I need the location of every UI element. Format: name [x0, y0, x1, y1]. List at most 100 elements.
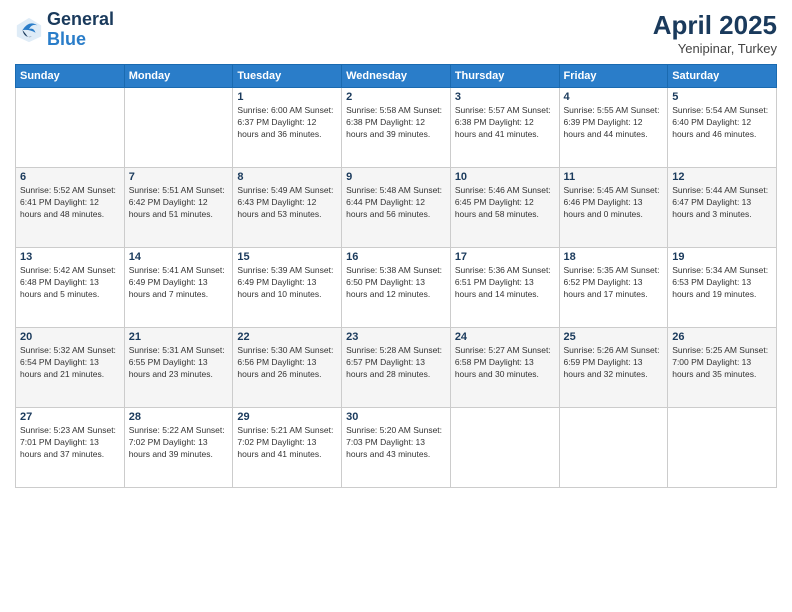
calendar-cell: 14 Sunrise: 5:41 AM Sunset: 6:49 PM Dayli… — [124, 248, 233, 328]
logo-icon — [15, 16, 43, 44]
day-info: Sunrise: 5:32 AM Sunset: 6:54 PM Dayligh… — [20, 345, 120, 381]
day-number: 26 — [672, 331, 772, 343]
calendar-cell: 2Sunrise: 5:58 AM Sunset: 6:38 PM Daylig… — [342, 88, 451, 168]
day-info: Sunrise: 5:39 AM Sunset: 6:49 PM Dayligh… — [237, 265, 337, 301]
day-number: 4 — [564, 91, 664, 103]
day-number: 22 — [237, 331, 337, 343]
day-number: 21 — [129, 331, 229, 343]
day-number: 1 — [237, 91, 337, 103]
weekday-header: Tuesday — [233, 65, 342, 88]
calendar-cell: 4 Sunrise: 5:55 AM Sunset: 6:39 PM Daylig… — [559, 88, 668, 168]
calendar-cell: 15 Sunrise: 5:39 AM Sunset: 6:49 PM Dayli… — [233, 248, 342, 328]
day-info: Sunrise: 5:49 AM Sunset: 6:43 PM Dayligh… — [237, 185, 337, 221]
calendar-week-row: 20 Sunrise: 5:32 AM Sunset: 6:54 PM Dayli… — [16, 328, 777, 408]
day-info: Sunrise: 5:36 AM Sunset: 6:51 PM Dayligh… — [455, 265, 555, 301]
day-info: Sunrise: 5:31 AM Sunset: 6:55 PM Dayligh… — [129, 345, 229, 381]
weekday-header: Sunday — [16, 65, 125, 88]
day-info: Sunrise: 5:55 AM Sunset: 6:39 PM Dayligh… — [564, 105, 664, 141]
sub-title: Yenipinar, Turkey — [653, 41, 777, 56]
calendar-cell — [559, 408, 668, 488]
calendar-cell — [668, 408, 777, 488]
calendar-cell: 17 Sunrise: 5:36 AM Sunset: 6:51 PM Dayli… — [450, 248, 559, 328]
day-number: 17 — [455, 251, 555, 263]
day-info: Sunrise: 5:22 AM Sunset: 7:02 PM Dayligh… — [129, 425, 229, 461]
day-number: 7 — [129, 171, 229, 183]
calendar-week-row: 6 Sunrise: 5:52 AM Sunset: 6:41 PM Daylig… — [16, 168, 777, 248]
day-info: Sunrise: 5:54 AM Sunset: 6:40 PM Dayligh… — [672, 105, 772, 141]
day-info: Sunrise: 5:25 AM Sunset: 7:00 PM Dayligh… — [672, 345, 772, 381]
day-info: Sunrise: 5:30 AM Sunset: 6:56 PM Dayligh… — [237, 345, 337, 381]
day-number: 28 — [129, 411, 229, 423]
day-info: Sunrise: 5:26 AM Sunset: 6:59 PM Dayligh… — [564, 345, 664, 381]
calendar-header-row: SundayMondayTuesdayWednesdayThursdayFrid… — [16, 65, 777, 88]
day-number: 2 — [346, 91, 446, 103]
day-info: Sunrise: 5:46 AM Sunset: 6:45 PM Dayligh… — [455, 185, 555, 221]
calendar-cell: 10Sunrise: 5:46 AM Sunset: 6:45 PM Dayli… — [450, 168, 559, 248]
calendar-cell: 27 Sunrise: 5:23 AM Sunset: 7:01 PM Dayli… — [16, 408, 125, 488]
calendar-cell: 21 Sunrise: 5:31 AM Sunset: 6:55 PM Dayli… — [124, 328, 233, 408]
day-number: 18 — [564, 251, 664, 263]
weekday-header: Monday — [124, 65, 233, 88]
weekday-header: Wednesday — [342, 65, 451, 88]
day-number: 25 — [564, 331, 664, 343]
day-number: 27 — [20, 411, 120, 423]
main-title: April 2025 — [653, 10, 777, 41]
calendar-week-row: 13 Sunrise: 5:42 AM Sunset: 6:48 PM Dayli… — [16, 248, 777, 328]
calendar: SundayMondayTuesdayWednesdayThursdayFrid… — [15, 64, 777, 488]
day-info: Sunrise: 5:23 AM Sunset: 7:01 PM Dayligh… — [20, 425, 120, 461]
logo: General Blue — [15, 10, 114, 50]
calendar-cell: 13 Sunrise: 5:42 AM Sunset: 6:48 PM Dayli… — [16, 248, 125, 328]
calendar-cell: 28 Sunrise: 5:22 AM Sunset: 7:02 PM Dayli… — [124, 408, 233, 488]
day-info: Sunrise: 5:51 AM Sunset: 6:42 PM Dayligh… — [129, 185, 229, 221]
day-number: 24 — [455, 331, 555, 343]
page: General Blue April 2025 Yenipinar, Turke… — [0, 0, 792, 612]
day-number: 14 — [129, 251, 229, 263]
day-number: 29 — [237, 411, 337, 423]
calendar-cell: 7 Sunrise: 5:51 AM Sunset: 6:42 PM Daylig… — [124, 168, 233, 248]
day-info: Sunrise: 5:57 AM Sunset: 6:38 PM Dayligh… — [455, 105, 555, 141]
calendar-cell: 18Sunrise: 5:35 AM Sunset: 6:52 PM Dayli… — [559, 248, 668, 328]
header: General Blue April 2025 Yenipinar, Turke… — [15, 10, 777, 56]
day-number: 11 — [564, 171, 664, 183]
weekday-header: Friday — [559, 65, 668, 88]
day-number: 3 — [455, 91, 555, 103]
day-info: Sunrise: 5:38 AM Sunset: 6:50 PM Dayligh… — [346, 265, 446, 301]
calendar-cell: 20 Sunrise: 5:32 AM Sunset: 6:54 PM Dayli… — [16, 328, 125, 408]
calendar-cell: 26 Sunrise: 5:25 AM Sunset: 7:00 PM Dayli… — [668, 328, 777, 408]
calendar-cell: 22 Sunrise: 5:30 AM Sunset: 6:56 PM Dayli… — [233, 328, 342, 408]
day-number: 12 — [672, 171, 772, 183]
calendar-cell: 12 Sunrise: 5:44 AM Sunset: 6:47 PM Dayli… — [668, 168, 777, 248]
day-info: Sunrise: 5:20 AM Sunset: 7:03 PM Dayligh… — [346, 425, 446, 461]
calendar-cell: 11 Sunrise: 5:45 AM Sunset: 6:46 PM Dayli… — [559, 168, 668, 248]
day-info: Sunrise: 5:48 AM Sunset: 6:44 PM Dayligh… — [346, 185, 446, 221]
day-info: Sunrise: 5:34 AM Sunset: 6:53 PM Dayligh… — [672, 265, 772, 301]
day-info: Sunrise: 5:44 AM Sunset: 6:47 PM Dayligh… — [672, 185, 772, 221]
calendar-week-row: 27 Sunrise: 5:23 AM Sunset: 7:01 PM Dayli… — [16, 408, 777, 488]
day-number: 19 — [672, 251, 772, 263]
calendar-cell: 23 Sunrise: 5:28 AM Sunset: 6:57 PM Dayli… — [342, 328, 451, 408]
calendar-cell: 25 Sunrise: 5:26 AM Sunset: 6:59 PM Dayli… — [559, 328, 668, 408]
calendar-week-row: 1 Sunrise: 6:00 AM Sunset: 6:37 PM Daylig… — [16, 88, 777, 168]
calendar-cell: 3 Sunrise: 5:57 AM Sunset: 6:38 PM Daylig… — [450, 88, 559, 168]
calendar-cell: 16Sunrise: 5:38 AM Sunset: 6:50 PM Dayli… — [342, 248, 451, 328]
calendar-cell: 6 Sunrise: 5:52 AM Sunset: 6:41 PM Daylig… — [16, 168, 125, 248]
day-info: Sunrise: 5:52 AM Sunset: 6:41 PM Dayligh… — [20, 185, 120, 221]
calendar-cell: 29 Sunrise: 5:21 AM Sunset: 7:02 PM Dayli… — [233, 408, 342, 488]
calendar-cell: 1 Sunrise: 6:00 AM Sunset: 6:37 PM Daylig… — [233, 88, 342, 168]
calendar-cell: 5Sunrise: 5:54 AM Sunset: 6:40 PM Daylig… — [668, 88, 777, 168]
day-number: 23 — [346, 331, 446, 343]
day-number: 13 — [20, 251, 120, 263]
day-info: Sunrise: 5:21 AM Sunset: 7:02 PM Dayligh… — [237, 425, 337, 461]
calendar-cell: 9Sunrise: 5:48 AM Sunset: 6:44 PM Daylig… — [342, 168, 451, 248]
day-info: Sunrise: 5:42 AM Sunset: 6:48 PM Dayligh… — [20, 265, 120, 301]
day-number: 8 — [237, 171, 337, 183]
day-info: Sunrise: 5:28 AM Sunset: 6:57 PM Dayligh… — [346, 345, 446, 381]
day-info: Sunrise: 6:00 AM Sunset: 6:37 PM Dayligh… — [237, 105, 337, 141]
day-number: 20 — [20, 331, 120, 343]
day-info: Sunrise: 5:45 AM Sunset: 6:46 PM Dayligh… — [564, 185, 664, 221]
day-number: 6 — [20, 171, 120, 183]
day-number: 15 — [237, 251, 337, 263]
weekday-header: Thursday — [450, 65, 559, 88]
day-info: Sunrise: 5:41 AM Sunset: 6:49 PM Dayligh… — [129, 265, 229, 301]
calendar-cell: 8 Sunrise: 5:49 AM Sunset: 6:43 PM Daylig… — [233, 168, 342, 248]
